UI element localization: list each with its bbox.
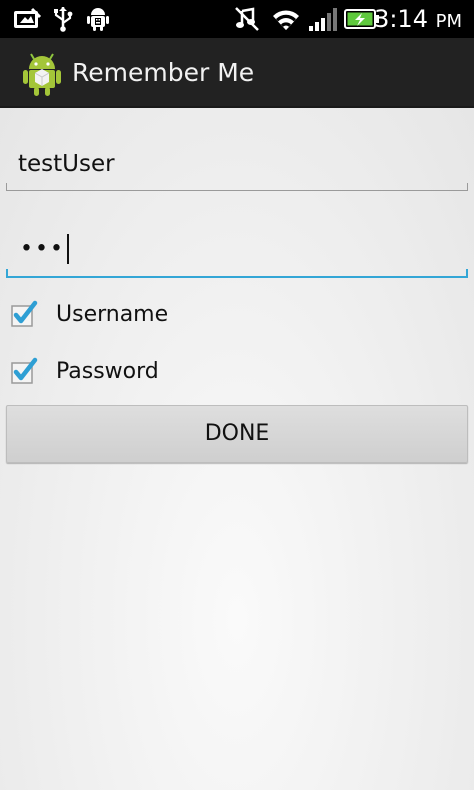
mute-icon — [234, 6, 260, 32]
username-underline-right-edge — [467, 183, 468, 191]
android-app-icon — [22, 49, 62, 97]
remember-username-label: Username — [56, 301, 169, 327]
status-time-suffix: PM — [435, 11, 462, 32]
remember-password-checkbox[interactable] — [10, 357, 38, 385]
status-bar: 3:14 PM — [0, 0, 474, 38]
status-time-value: 3:14 — [374, 5, 428, 33]
password-underline-right-edge — [466, 269, 468, 278]
checkbox-checked-icon — [11, 300, 38, 327]
wifi-icon — [270, 6, 302, 32]
remember-username-row[interactable]: Username — [10, 296, 168, 332]
username-field[interactable]: testUser — [6, 140, 468, 191]
password-underline-left-edge — [6, 269, 8, 278]
password-value-wrap: ••• — [20, 234, 69, 264]
password-value: ••• — [20, 236, 65, 262]
remember-password-label: Password — [56, 358, 159, 384]
remember-password-row[interactable]: Password — [10, 353, 159, 389]
password-underline — [6, 276, 468, 278]
done-button[interactable]: DONE — [6, 405, 468, 463]
remember-username-checkbox[interactable] — [10, 300, 38, 328]
status-time: 3:14 PM — [374, 3, 462, 35]
signal-icon — [308, 6, 338, 32]
username-value: testUser — [18, 151, 115, 177]
android-debug-icon — [86, 6, 110, 32]
notification-screenshot-icon — [12, 6, 42, 32]
main-content: testUser ••• Username Password DONE — [0, 108, 474, 790]
action-bar-title: Remember Me — [72, 58, 255, 87]
checkbox-checked-icon — [11, 357, 38, 384]
username-underline — [6, 190, 468, 191]
password-field[interactable]: ••• — [6, 226, 468, 278]
usb-icon — [52, 6, 74, 32]
action-bar: Remember Me — [0, 38, 474, 108]
username-underline-left-edge — [6, 183, 7, 191]
text-cursor — [66, 234, 69, 264]
